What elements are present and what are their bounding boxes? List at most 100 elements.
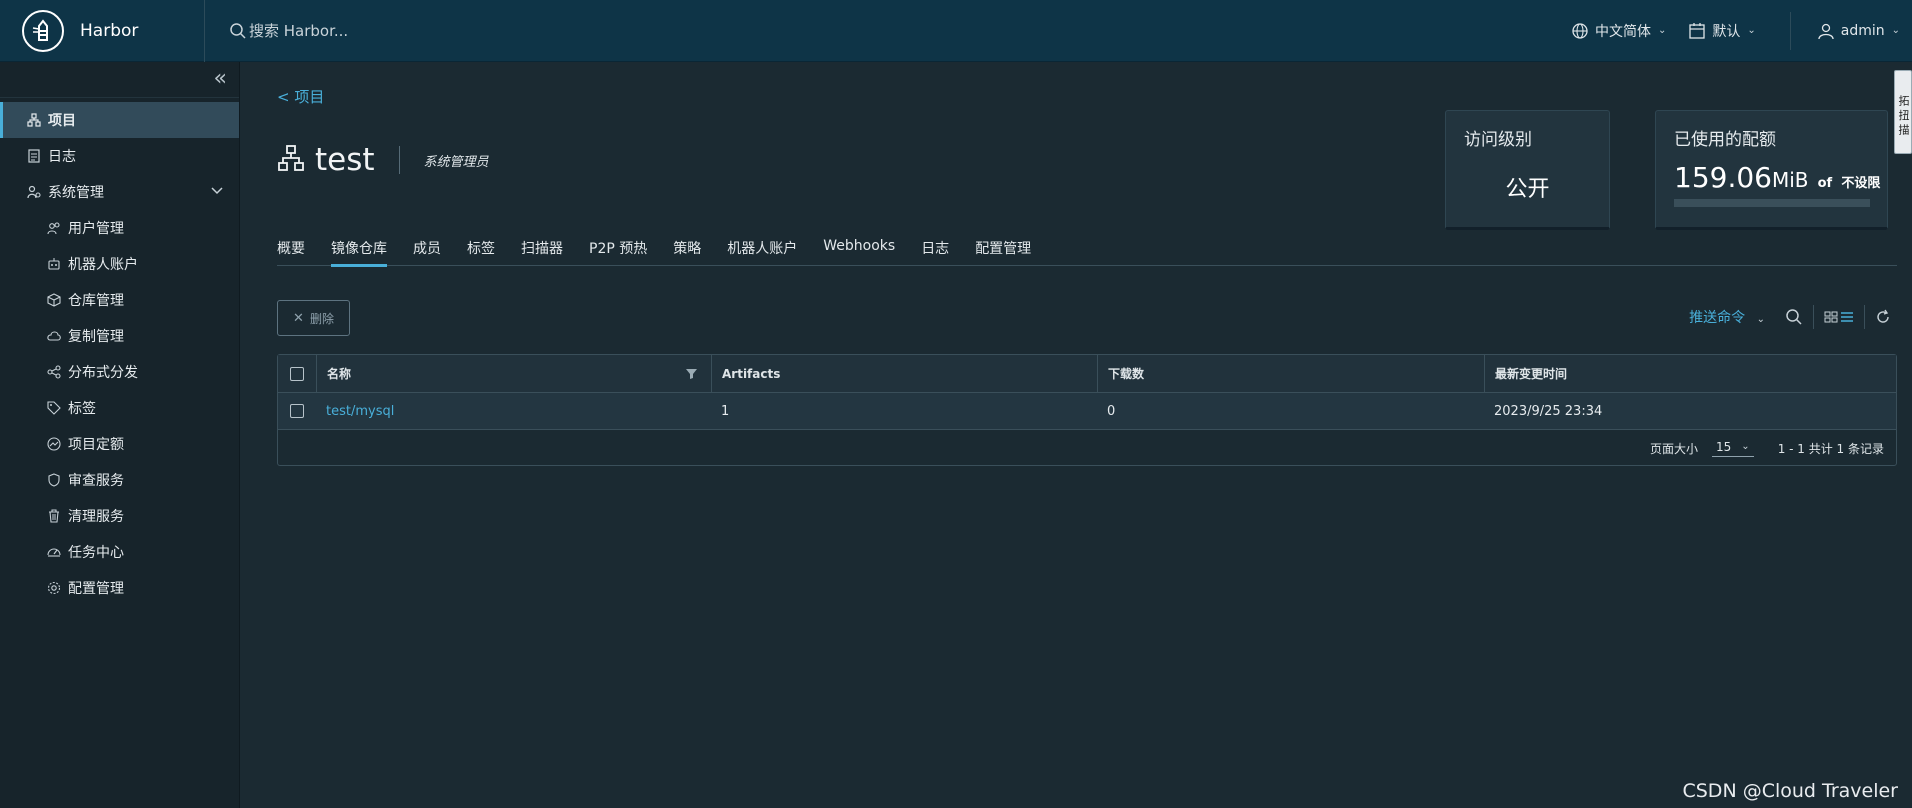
column-header-name[interactable]: 名称 [316, 355, 711, 392]
push-command-dropdown[interactable]: 推送命令 ⌄ [1689, 307, 1765, 327]
sidebar-item-registries[interactable]: 仓库管理 [0, 282, 239, 318]
access-level-card: 访问级别 公开 [1445, 110, 1610, 230]
sidebar-item-robot-accounts[interactable]: 机器人账户 [0, 246, 239, 282]
quota-icon [46, 436, 62, 452]
sidebar-item-label: 任务中心 [68, 545, 124, 561]
access-level-value: 公开 [1505, 177, 1550, 202]
select-all-cell [278, 355, 316, 392]
refresh-icon[interactable] [1875, 309, 1891, 325]
sidebar-item-label: 机器人账户 [68, 257, 138, 273]
tab-9[interactable]: 日志 [921, 238, 949, 266]
gear-icon [46, 580, 62, 596]
sidebar-item-label: 用户管理 [68, 221, 124, 237]
sidebar-item-job-service[interactable]: 任务中心 [0, 534, 239, 570]
global-search[interactable]: 搜索 Harbor... [229, 20, 348, 41]
search-icon[interactable] [1785, 308, 1803, 326]
column-header-artifacts[interactable]: Artifacts [711, 355, 1097, 392]
page-size-value: 15 [1716, 439, 1732, 454]
sidebar-item-replications[interactable]: 复制管理 [0, 318, 239, 354]
tab-2[interactable]: 成员 [413, 238, 441, 266]
robot-icon [46, 256, 62, 272]
column-header-downloads[interactable]: 下载数 [1097, 355, 1484, 392]
language-label: 中文简体 [1594, 23, 1651, 40]
column-updated-label: 最新变更时间 [1495, 367, 1568, 381]
card-view-icon[interactable] [1824, 310, 1838, 324]
sidebar-item-clean-up[interactable]: 清理服务 [0, 498, 239, 534]
row-checkbox[interactable] [290, 404, 304, 418]
repo-name-link[interactable]: test/mysql [326, 404, 394, 419]
column-name-label: 名称 [327, 367, 352, 381]
project-tabs: 概要 镜像仓库 成员 标签 扫描器 P2P 预热 策略 机器人账户 Webhooks 日志 配置管理 [277, 238, 1897, 267]
tab-6[interactable]: 策略 [673, 238, 701, 266]
sidebar-item-label: 日志 [48, 149, 76, 165]
tab-4[interactable]: 扫描器 [521, 238, 563, 266]
project-role: 系统管理员 [423, 154, 489, 170]
brand[interactable]: Harbor [0, 0, 205, 62]
user-icon [1818, 23, 1834, 39]
title-divider [398, 146, 400, 174]
tab-3[interactable]: 标签 [467, 238, 495, 266]
chevron-down-icon: ⌄ [1741, 441, 1750, 452]
project-title-row: test 系统管理员 [277, 142, 489, 178]
access-level-title: 访问级别 [1464, 130, 1532, 150]
tab-1[interactable]: 镜像仓库 [331, 238, 387, 267]
sidebar-item-label: 项目定额 [68, 437, 124, 453]
side-floating-tab[interactable]: 拓 扭 描 [1894, 70, 1912, 154]
pagination-summary: 1 - 1 共计 1 条记录 [1777, 441, 1884, 456]
dashboard-icon [46, 544, 62, 560]
collapse-sidebar-icon[interactable]: « [214, 68, 227, 90]
row-select-cell [278, 393, 316, 429]
repo-toolbar: 推送命令 ⌄ [1689, 304, 1897, 330]
column-artifacts-label: Artifacts [722, 366, 781, 381]
select-all-checkbox[interactable] [290, 366, 304, 381]
tab-0[interactable]: 概要 [277, 238, 305, 266]
date-format-selector[interactable]: 默认 ⌄ [1688, 21, 1756, 41]
sidebar-item-labels[interactable]: 标签 [0, 390, 239, 426]
registry-icon [46, 292, 62, 308]
sidebar-item-label: 项目 [48, 113, 76, 129]
column-header-updated[interactable]: 最新变更时间 [1484, 355, 1896, 392]
user-menu[interactable]: admin ⌄ [1817, 22, 1900, 40]
language-selector[interactable]: 中文简体 ⌄ [1571, 21, 1666, 41]
sidebar-item-logs[interactable]: 日志 [0, 138, 239, 174]
column-downloads-label: 下载数 [1108, 367, 1145, 381]
quota-limit: 不设限 [1841, 176, 1881, 191]
sidebar-item-label: 配置管理 [68, 581, 124, 597]
artifacts-cell: 1 [721, 403, 730, 419]
table-row[interactable]: test/mysql 1 0 2023/9/25 23:34 [278, 393, 1896, 430]
back-to-projects-link[interactable]: < 项目 [277, 86, 324, 107]
page-title: test [315, 142, 375, 178]
quota-used-unit: MiB [1771, 168, 1809, 192]
chevron-down-icon: ⌄ [1756, 314, 1765, 325]
table-footer: 页面大小 15 ⌄ 1 - 1 共计 1 条记录 [278, 430, 1896, 466]
tag-icon [46, 400, 62, 416]
project-icon [26, 112, 42, 128]
sidebar-item-project-quotas[interactable]: 项目定额 [0, 426, 239, 462]
search-placeholder: 搜索 Harbor... [249, 22, 349, 40]
sidebar-item-projects[interactable]: 项目 [0, 102, 239, 138]
tab-5[interactable]: P2P 预热 [589, 238, 647, 266]
sidebar-item-users[interactable]: 用户管理 [0, 210, 239, 246]
sidebar-item-distributions[interactable]: 分布式分发 [0, 354, 239, 390]
project-icon [277, 144, 305, 176]
brand-name: Harbor [80, 20, 139, 41]
repositories-table: 名称 Artifacts 下载数 最新变更时间 test/mysql 1 0 2… [277, 354, 1897, 466]
tab-7[interactable]: 机器人账户 [727, 238, 797, 266]
list-view-icon[interactable] [1840, 310, 1854, 324]
page-size-select[interactable]: 15 ⌄ [1712, 440, 1754, 457]
sidebar-item-label: 标签 [68, 401, 96, 417]
sidebar-item-configuration[interactable]: 配置管理 [0, 570, 239, 606]
sidebar-item-administration[interactable]: 系统管理 [0, 174, 239, 210]
sidebar: « 项目 日志 系统管理 用户管理 机器人账户 仓库管理 复制管理 分布式分发 … [0, 62, 240, 808]
calendar-icon [1689, 22, 1705, 39]
globe-icon [1572, 22, 1588, 39]
tab-10[interactable]: 配置管理 [975, 238, 1031, 266]
tab-8[interactable]: Webhooks [823, 238, 895, 266]
chevron-down-icon [209, 182, 225, 202]
sidebar-item-interrogation-services[interactable]: 审查服务 [0, 462, 239, 498]
filter-icon[interactable] [686, 368, 697, 382]
sidebar-item-label: 审查服务 [68, 473, 124, 489]
delete-button[interactable]: ✕ 删除 [277, 300, 350, 336]
sidebar-item-label: 分布式分发 [68, 365, 138, 381]
close-icon: ✕ [293, 310, 304, 326]
